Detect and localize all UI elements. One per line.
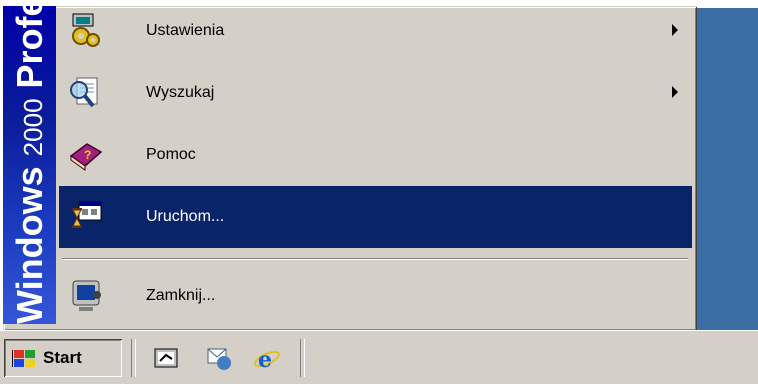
internet-explorer-icon[interactable]: e	[252, 343, 282, 373]
settings-icon	[72, 13, 100, 47]
windows-logo-icon	[12, 350, 35, 367]
taskbar: Start e	[0, 330, 758, 384]
start-label: Start	[43, 348, 82, 367]
submenu-arrow-icon	[672, 24, 678, 36]
menu-item-label: Pomoc	[146, 146, 196, 163]
menu-item-label: Uruchom...	[146, 208, 225, 225]
menu-separator	[62, 258, 688, 260]
menu-item-search[interactable]: Wyszukaj	[59, 62, 692, 124]
outlook-express-icon[interactable]	[204, 343, 234, 373]
svg-text:e: e	[258, 347, 272, 373]
run-icon	[72, 201, 102, 228]
help-book-icon: ?	[69, 143, 103, 171]
start-button[interactable]: Start	[4, 339, 122, 377]
start-menu-banner: Windows 2000 Profe	[3, 6, 56, 324]
menu-item-shutdown[interactable]: Zamknij...	[59, 265, 692, 327]
shutdown-icon	[72, 280, 101, 311]
banner-version: 2000	[18, 98, 48, 157]
banner-windows: Windows	[9, 166, 50, 324]
banner-text: Windows 2000 Profe	[9, 6, 51, 324]
taskbar-grip-2[interactable]	[300, 339, 305, 377]
menu-item-help[interactable]: ? Pomoc	[59, 124, 692, 186]
svg-text:?: ?	[84, 148, 91, 162]
search-icon	[70, 77, 98, 108]
show-desktop-icon[interactable]	[152, 343, 182, 373]
menu-item-settings[interactable]: Ustawienia	[59, 0, 692, 62]
menu-item-label: Zamknij...	[146, 287, 216, 304]
desktop-background	[697, 8, 758, 330]
menu-item-label: Ustawienia	[146, 22, 225, 39]
menu-item-run[interactable]: Uruchom...	[59, 186, 692, 248]
taskbar-grip[interactable]	[131, 339, 136, 377]
submenu-arrow-icon	[672, 86, 678, 98]
menu-item-label: Wyszukaj	[146, 84, 215, 101]
banner-edition: Profe	[9, 6, 50, 89]
